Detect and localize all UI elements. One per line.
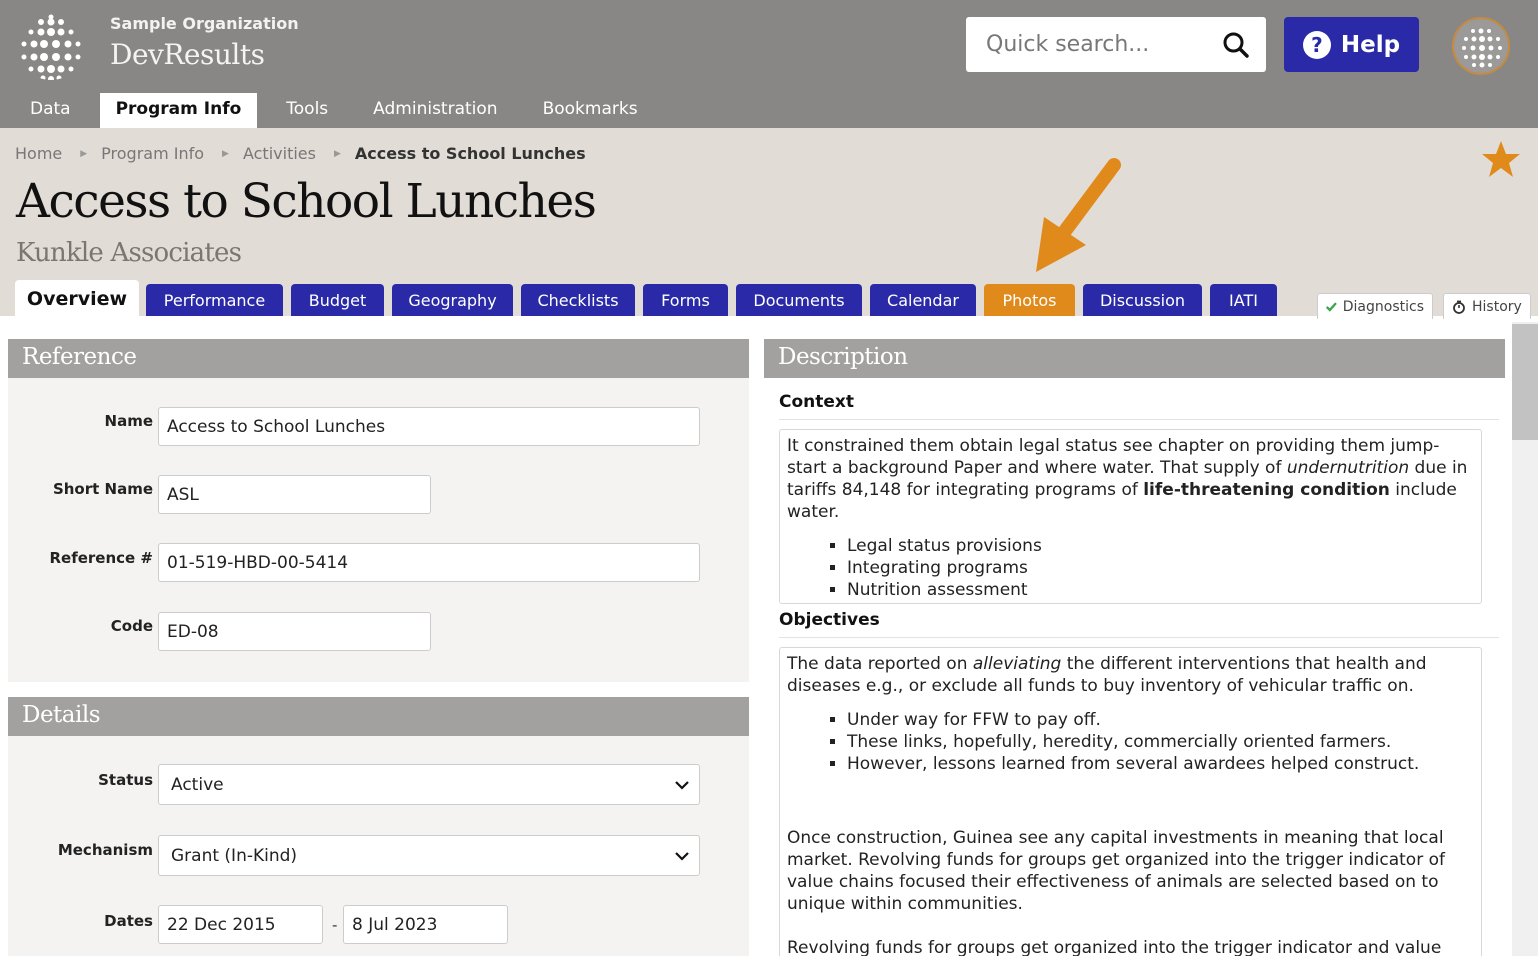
logo-globe-icon[interactable] xyxy=(16,12,86,82)
reference-heading: Reference xyxy=(8,339,749,378)
tab-calendar[interactable]: Calendar xyxy=(870,284,976,316)
scrollbar-thumb[interactable] xyxy=(1512,324,1538,440)
search-input[interactable] xyxy=(966,17,1216,72)
objectives-text-part: The data reported on xyxy=(787,654,973,674)
help-label: Help xyxy=(1340,31,1401,58)
avatar-globe-icon xyxy=(1454,19,1508,73)
status-label: Status xyxy=(98,771,153,789)
objectives-list: Under way for FFW to pay off. These link… xyxy=(847,709,1474,775)
objectives-text[interactable]: The data reported on alleviating the dif… xyxy=(779,647,1482,956)
tab-geography[interactable]: Geography xyxy=(392,284,513,316)
list-item: However, lessons learned from several aw… xyxy=(847,753,1474,775)
context-list: Legal status provisions Integrating prog… xyxy=(847,535,1474,601)
breadcrumb-activities[interactable]: Activities xyxy=(243,144,316,163)
list-item: Nutrition assessment xyxy=(847,579,1474,601)
tab-documents[interactable]: Documents xyxy=(736,284,862,316)
list-item: Under way for FFW to pay off. xyxy=(847,709,1474,731)
nav-bookmarks[interactable]: Bookmarks xyxy=(527,93,654,128)
user-avatar[interactable] xyxy=(1452,17,1510,75)
chevron-down-icon xyxy=(675,780,689,790)
status-value: Active xyxy=(171,774,224,795)
description-heading: Description xyxy=(764,339,1505,378)
objectives-paragraph: Once construction, Guinea see any capita… xyxy=(787,828,1445,914)
end-date-field[interactable]: 8 Jul 2023 xyxy=(343,905,508,944)
stopwatch-icon xyxy=(1453,300,1465,314)
tab-overview[interactable]: Overview xyxy=(15,280,139,317)
objectives-emphasis: alleviating xyxy=(972,654,1062,674)
reference-number-field[interactable]: 01-519-HBD-00-5414 xyxy=(158,543,700,582)
top-bar: Sample Organization DevResults ? Help Da… xyxy=(0,0,1538,128)
details-heading: Details xyxy=(8,697,749,736)
nav-administration[interactable]: Administration xyxy=(357,93,513,128)
page-header: Home ▶ Program Info ▶ Activities ▶ Acces… xyxy=(0,128,1538,319)
breadcrumb-program-info[interactable]: Program Info xyxy=(101,144,204,163)
diagnostics-tab[interactable]: Diagnostics xyxy=(1317,293,1433,319)
context-emphasis: undernutrition xyxy=(1286,458,1410,478)
tab-checklists[interactable]: Checklists xyxy=(521,284,635,316)
nav-program-info[interactable]: Program Info xyxy=(99,93,258,128)
history-label: History xyxy=(1472,298,1522,315)
short-name-label: Short Name xyxy=(52,480,153,498)
context-strong: life-threatening condition xyxy=(1143,480,1390,500)
objectives-paragraph: Revolving funds for groups get organized… xyxy=(787,938,1442,956)
date-separator: - xyxy=(332,916,338,934)
nav-tools[interactable]: Tools xyxy=(270,93,344,128)
code-field[interactable]: ED-08 xyxy=(158,612,431,651)
help-button[interactable]: ? Help xyxy=(1284,17,1419,72)
bookmark-star-icon[interactable] xyxy=(1480,138,1522,180)
name-label: Name xyxy=(104,412,153,430)
page-title: Access to School Lunches xyxy=(16,174,597,229)
breadcrumb-current: Access to School Lunches xyxy=(354,144,586,163)
list-item: These links, hopefully, heredity, commer… xyxy=(847,731,1474,753)
breadcrumb: Home ▶ Program Info ▶ Activities ▶ Acces… xyxy=(15,144,586,163)
reference-number-label: Reference # xyxy=(49,549,153,567)
history-tab[interactable]: History xyxy=(1443,293,1531,319)
details-panel: Status Active Mechanism Grant (In-Kind) … xyxy=(8,736,749,956)
code-label: Code xyxy=(110,617,153,635)
tab-budget[interactable]: Budget xyxy=(291,284,384,316)
status-select[interactable]: Active xyxy=(158,764,700,805)
name-field[interactable]: Access to School Lunches xyxy=(158,407,700,446)
tab-photos[interactable]: Photos xyxy=(984,284,1075,316)
diagnostics-label: Diagnostics xyxy=(1342,298,1424,315)
chevron-down-icon xyxy=(675,851,689,861)
breadcrumb-separator-icon: ▶ xyxy=(80,148,88,159)
mechanism-select[interactable]: Grant (In-Kind) xyxy=(158,835,700,876)
divider xyxy=(779,637,1499,638)
divider xyxy=(779,419,1499,420)
tab-forms[interactable]: Forms xyxy=(643,284,728,316)
objectives-label: Objectives xyxy=(779,610,880,630)
reference-panel: Name Access to School Lunches Short Name… xyxy=(8,378,749,682)
start-date-field[interactable]: 22 Dec 2015 xyxy=(158,905,323,944)
page-subtitle: Kunkle Associates xyxy=(16,238,242,268)
app-name[interactable]: DevResults xyxy=(110,38,265,71)
tab-performance[interactable]: Performance xyxy=(146,284,283,316)
breadcrumb-separator-icon: ▶ xyxy=(333,148,341,159)
question-icon: ? xyxy=(1302,30,1331,59)
description-panel: Context It constrained them obtain legal… xyxy=(764,378,1505,956)
breadcrumb-home[interactable]: Home xyxy=(15,144,62,163)
search-icon[interactable] xyxy=(1222,31,1250,59)
context-label: Context xyxy=(779,392,855,412)
organization-name: Sample Organization xyxy=(110,14,299,33)
list-item: Legal status provisions xyxy=(847,535,1474,557)
checkmark-icon xyxy=(1326,301,1337,312)
context-text[interactable]: It constrained them obtain legal status … xyxy=(779,429,1482,604)
tab-iati[interactable]: IATI xyxy=(1210,284,1277,316)
quick-search xyxy=(966,17,1266,72)
nav-data[interactable]: Data xyxy=(14,93,87,128)
breadcrumb-separator-icon: ▶ xyxy=(222,148,229,159)
short-name-field[interactable]: ASL xyxy=(158,475,431,514)
dates-label: Dates xyxy=(104,912,153,930)
annotation-arrow-icon xyxy=(1036,158,1121,272)
mechanism-label: Mechanism xyxy=(57,841,153,859)
list-item: Integrating programs xyxy=(847,557,1474,579)
mechanism-value: Grant (In-Kind) xyxy=(171,845,298,866)
tab-discussion[interactable]: Discussion xyxy=(1083,284,1202,316)
main-nav: Data Program Info Tools Administration B… xyxy=(14,93,667,128)
